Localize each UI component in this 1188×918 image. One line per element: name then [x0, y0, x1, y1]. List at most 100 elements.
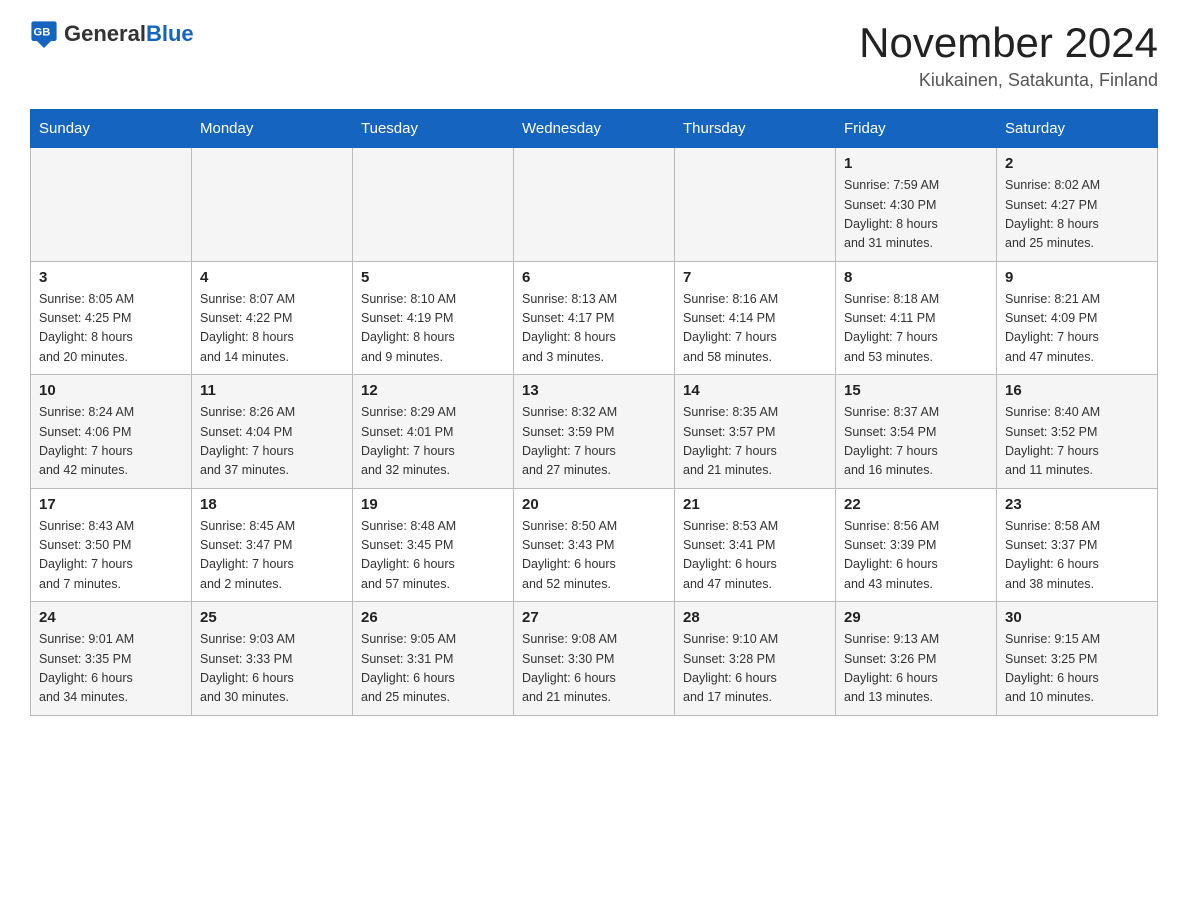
logo-icon: GB — [30, 20, 58, 48]
day-info: Sunrise: 8:05 AMSunset: 4:25 PMDaylight:… — [39, 290, 183, 368]
day-info: Sunrise: 8:29 AMSunset: 4:01 PMDaylight:… — [361, 403, 505, 481]
calendar-cell: 2 Sunrise: 8:02 AMSunset: 4:27 PMDaylight… — [997, 148, 1158, 262]
day-number: 21 — [683, 496, 827, 513]
calendar-cell: 6 Sunrise: 8:13 AMSunset: 4:17 PMDaylight… — [514, 261, 675, 375]
day-number: 1 — [844, 155, 988, 172]
logo-general: General — [64, 21, 146, 46]
day-info: Sunrise: 8:50 AMSunset: 3:43 PMDaylight:… — [522, 517, 666, 595]
calendar-cell: 30 Sunrise: 9:15 AMSunset: 3:25 PMDayligh… — [997, 602, 1158, 716]
day-number: 19 — [361, 496, 505, 513]
calendar-cell: 1 Sunrise: 7:59 AMSunset: 4:30 PMDaylight… — [836, 148, 997, 262]
logo: GB GeneralBlue — [30, 20, 194, 48]
day-number: 24 — [39, 609, 183, 626]
day-info: Sunrise: 8:53 AMSunset: 3:41 PMDaylight:… — [683, 517, 827, 595]
calendar-cell: 24Sunrise: 9:01 AMSunset: 3:35 PMDayligh… — [31, 602, 192, 716]
day-number: 5 — [361, 269, 505, 286]
calendar-cell — [353, 148, 514, 262]
day-number: 20 — [522, 496, 666, 513]
calendar-cell: 3 Sunrise: 8:05 AMSunset: 4:25 PMDaylight… — [31, 261, 192, 375]
calendar-cell: 13 Sunrise: 8:32 AMSunset: 3:59 PMDayligh… — [514, 375, 675, 489]
title-block: November 2024 Kiukainen, Satakunta, Finl… — [859, 20, 1158, 91]
week-row-4: 17 Sunrise: 8:43 AMSunset: 3:50 PMDayligh… — [31, 488, 1158, 602]
weekday-monday: Monday — [192, 110, 353, 148]
calendar-cell: 8Sunrise: 8:18 AMSunset: 4:11 PMDaylight… — [836, 261, 997, 375]
day-number: 30 — [1005, 609, 1149, 626]
day-number: 26 — [361, 609, 505, 626]
weekday-saturday: Saturday — [997, 110, 1158, 148]
weekday-tuesday: Tuesday — [353, 110, 514, 148]
calendar-cell: 26 Sunrise: 9:05 AMSunset: 3:31 PMDayligh… — [353, 602, 514, 716]
calendar-cell: 11 Sunrise: 8:26 AMSunset: 4:04 PMDayligh… — [192, 375, 353, 489]
calendar-cell: 25 Sunrise: 9:03 AMSunset: 3:33 PMDayligh… — [192, 602, 353, 716]
weekday-sunday: Sunday — [31, 110, 192, 148]
logo-blue: Blue — [146, 21, 194, 46]
day-info: Sunrise: 9:13 AMSunset: 3:26 PMDaylight:… — [844, 630, 988, 708]
week-row-5: 24Sunrise: 9:01 AMSunset: 3:35 PMDayligh… — [31, 602, 1158, 716]
calendar-cell: 17 Sunrise: 8:43 AMSunset: 3:50 PMDayligh… — [31, 488, 192, 602]
day-number: 13 — [522, 382, 666, 399]
day-info: Sunrise: 9:15 AMSunset: 3:25 PMDaylight:… — [1005, 630, 1149, 708]
day-info: Sunrise: 8:26 AMSunset: 4:04 PMDaylight:… — [200, 403, 344, 481]
calendar-cell: 10Sunrise: 8:24 AMSunset: 4:06 PMDayligh… — [31, 375, 192, 489]
day-number: 25 — [200, 609, 344, 626]
day-number: 11 — [200, 382, 344, 399]
calendar-cell: 16Sunrise: 8:40 AMSunset: 3:52 PMDayligh… — [997, 375, 1158, 489]
day-number: 4 — [200, 269, 344, 286]
calendar-cell: 28 Sunrise: 9:10 AMSunset: 3:28 PMDayligh… — [675, 602, 836, 716]
day-info: Sunrise: 8:32 AMSunset: 3:59 PMDaylight:… — [522, 403, 666, 481]
calendar-cell — [192, 148, 353, 262]
calendar-cell — [31, 148, 192, 262]
day-info: Sunrise: 9:05 AMSunset: 3:31 PMDaylight:… — [361, 630, 505, 708]
day-number: 9 — [1005, 269, 1149, 286]
day-number: 3 — [39, 269, 183, 286]
calendar-cell: 27Sunrise: 9:08 AMSunset: 3:30 PMDayligh… — [514, 602, 675, 716]
page-header: GB GeneralBlue November 2024 Kiukainen, … — [30, 20, 1158, 91]
weekday-friday: Friday — [836, 110, 997, 148]
day-number: 6 — [522, 269, 666, 286]
day-number: 2 — [1005, 155, 1149, 172]
svg-text:GB: GB — [34, 26, 51, 38]
calendar-cell: 7 Sunrise: 8:16 AMSunset: 4:14 PMDaylight… — [675, 261, 836, 375]
calendar-cell: 19 Sunrise: 8:48 AMSunset: 3:45 PMDayligh… — [353, 488, 514, 602]
week-row-1: 1 Sunrise: 7:59 AMSunset: 4:30 PMDaylight… — [31, 148, 1158, 262]
day-info: Sunrise: 8:02 AMSunset: 4:27 PMDaylight:… — [1005, 176, 1149, 254]
day-number: 22 — [844, 496, 988, 513]
day-info: Sunrise: 8:43 AMSunset: 3:50 PMDaylight:… — [39, 517, 183, 595]
calendar-table: SundayMondayTuesdayWednesdayThursdayFrid… — [30, 109, 1158, 716]
weekday-wednesday: Wednesday — [514, 110, 675, 148]
calendar-cell: 12 Sunrise: 8:29 AMSunset: 4:01 PMDayligh… — [353, 375, 514, 489]
day-number: 23 — [1005, 496, 1149, 513]
weekday-header-row: SundayMondayTuesdayWednesdayThursdayFrid… — [31, 110, 1158, 148]
logo-text-block: GeneralBlue — [64, 21, 194, 47]
day-info: Sunrise: 8:48 AMSunset: 3:45 PMDaylight:… — [361, 517, 505, 595]
calendar-cell: 9 Sunrise: 8:21 AMSunset: 4:09 PMDaylight… — [997, 261, 1158, 375]
day-info: Sunrise: 8:13 AMSunset: 4:17 PMDaylight:… — [522, 290, 666, 368]
week-row-2: 3 Sunrise: 8:05 AMSunset: 4:25 PMDaylight… — [31, 261, 1158, 375]
day-info: Sunrise: 8:24 AMSunset: 4:06 PMDaylight:… — [39, 403, 183, 481]
day-number: 28 — [683, 609, 827, 626]
day-info: Sunrise: 8:37 AMSunset: 3:54 PMDaylight:… — [844, 403, 988, 481]
day-number: 7 — [683, 269, 827, 286]
day-info: Sunrise: 8:16 AMSunset: 4:14 PMDaylight:… — [683, 290, 827, 368]
day-number: 29 — [844, 609, 988, 626]
calendar-cell: 5Sunrise: 8:10 AMSunset: 4:19 PMDaylight… — [353, 261, 514, 375]
day-info: Sunrise: 9:03 AMSunset: 3:33 PMDaylight:… — [200, 630, 344, 708]
calendar-cell: 20 Sunrise: 8:50 AMSunset: 3:43 PMDayligh… — [514, 488, 675, 602]
month-title: November 2024 — [859, 20, 1158, 66]
calendar-cell — [675, 148, 836, 262]
day-number: 12 — [361, 382, 505, 399]
weekday-thursday: Thursday — [675, 110, 836, 148]
day-number: 15 — [844, 382, 988, 399]
week-row-3: 10Sunrise: 8:24 AMSunset: 4:06 PMDayligh… — [31, 375, 1158, 489]
day-number: 14 — [683, 382, 827, 399]
calendar-cell: 21 Sunrise: 8:53 AMSunset: 3:41 PMDayligh… — [675, 488, 836, 602]
day-info: Sunrise: 8:21 AMSunset: 4:09 PMDaylight:… — [1005, 290, 1149, 368]
day-info: Sunrise: 9:10 AMSunset: 3:28 PMDaylight:… — [683, 630, 827, 708]
day-info: Sunrise: 7:59 AMSunset: 4:30 PMDaylight:… — [844, 176, 988, 254]
day-number: 17 — [39, 496, 183, 513]
day-info: Sunrise: 8:07 AMSunset: 4:22 PMDaylight:… — [200, 290, 344, 368]
calendar-cell: 22Sunrise: 8:56 AMSunset: 3:39 PMDayligh… — [836, 488, 997, 602]
day-info: Sunrise: 8:40 AMSunset: 3:52 PMDaylight:… — [1005, 403, 1149, 481]
location-subtitle: Kiukainen, Satakunta, Finland — [859, 70, 1158, 91]
day-info: Sunrise: 8:18 AMSunset: 4:11 PMDaylight:… — [844, 290, 988, 368]
